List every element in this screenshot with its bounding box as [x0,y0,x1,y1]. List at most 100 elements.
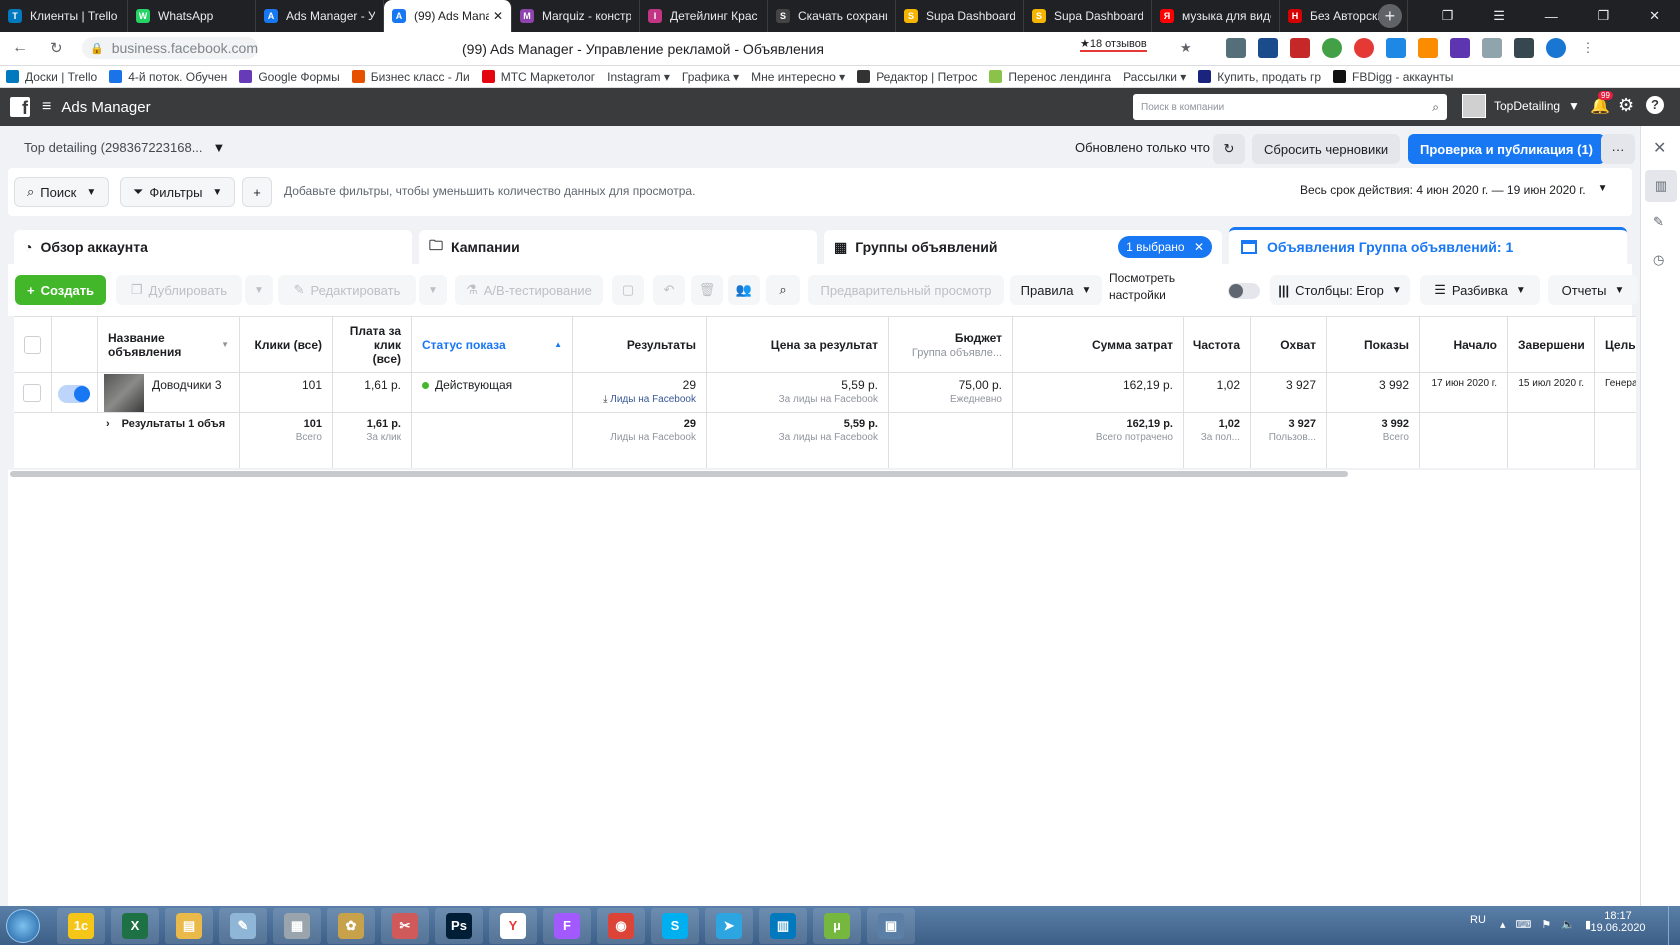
hamburger-icon[interactable]: ≡ [42,98,51,116]
taskbar-app-yandex[interactable]: Y [489,907,537,944]
reload-icon[interactable]: ↻ [50,39,63,57]
tab-ad-sets[interactable]: ▦ Группы объявлений 1 выбрано ✕ [824,230,1222,264]
taskbar-app-figma[interactable]: F [543,907,591,944]
reports-button[interactable]: Отчеты ▼ [1548,275,1638,305]
arrow-up-icon[interactable]: ▴ [1500,918,1506,931]
reviews-badge[interactable]: ★18 отзывов [1080,37,1147,52]
view-settings-toggle[interactable] [1228,283,1260,299]
extension-icon[interactable] [1514,38,1534,58]
bookmark-star-icon[interactable]: ★ [1180,40,1192,56]
taskbar-app-photoshop[interactable]: Ps [435,907,483,944]
results-sub[interactable]: ⤓ Лиды на Facebook [583,394,696,405]
clock[interactable]: 18:17 19.06.2020 [1590,910,1646,934]
language-indicator[interactable]: RU [1470,914,1486,926]
extension-icon[interactable] [1450,38,1470,58]
taskbar-app-trello[interactable]: ▥ [759,907,807,944]
col-header-results[interactable]: Результаты [573,317,707,373]
taskbar-app-chrome[interactable]: ◉ [597,907,645,944]
account-selector[interactable]: Top detailing (298367223168... ▼ [24,140,225,155]
tab-search-icon[interactable]: ☰ [1493,8,1505,24]
bookmark-item[interactable]: МТС Маркетолог [476,70,601,84]
back-icon[interactable]: ← [12,39,28,57]
extension-icon[interactable] [1482,38,1502,58]
profile-avatar[interactable] [1546,38,1566,58]
bookmark-item[interactable]: Редактор | Петрос [851,70,983,84]
taskbar-app-notepad[interactable]: ✎ [219,907,267,944]
date-range-picker[interactable]: Весь срок действия: 4 июн 2020 г. — 19 и… [1300,183,1607,197]
col-header-objective[interactable]: Цель [1595,317,1636,373]
browser-tab[interactable]: S Supa Dashboard [896,0,1024,32]
flag-icon[interactable]: ⚑ [1541,918,1551,931]
preview-button[interactable]: Предварительный просмотр [808,275,1004,305]
reset-drafts-button[interactable]: Сбросить черновики [1252,134,1401,164]
ad-name[interactable]: Доводчики 3 [152,378,222,407]
notifications-button[interactable]: 🔔 99 [1590,91,1613,116]
browser-tab[interactable]: W WhatsApp [128,0,256,32]
tab-ads[interactable]: Объявления Группа объявлений: 1 [1229,227,1627,264]
taskbar-app-excel[interactable]: X [111,907,159,944]
col-header-cost-per-result[interactable]: Цена за результат [707,317,889,373]
taskbar-app-screen[interactable]: ▣ [867,907,915,944]
ab-test-button[interactable]: ⚗ A/B-тестирование [455,275,603,305]
horizontal-scrollbar[interactable] [10,471,1348,477]
bookmark-item[interactable]: Мне интересно ▾ [745,70,851,84]
taskbar-app-explorer[interactable]: ▤ [165,907,213,944]
restore-icon[interactable]: ❐ [1442,8,1454,24]
bookmark-item[interactable]: Графика ▾ [676,70,745,84]
col-header-status[interactable]: Статус показа ▲ [412,317,573,373]
select-all-checkbox[interactable] [24,335,41,354]
bookmark-item[interactable]: Купить, продать гр [1192,70,1327,84]
rules-button[interactable]: Правила ▼ [1010,275,1102,305]
ad-status-toggle[interactable] [58,385,90,403]
browser-tab[interactable]: S Supa Dashboard [1024,0,1152,32]
col-header-name[interactable]: Название объявления ▼ [98,317,240,373]
col-header-spent[interactable]: Сумма затрат [1013,317,1184,373]
browser-tab[interactable]: S Скачать сохрани [768,0,896,32]
bookmark-item[interactable]: Instagram ▾ [601,70,676,84]
browser-tab[interactable]: Ямузыка для виде [1152,0,1280,32]
col-header-impressions[interactable]: Показы [1327,317,1420,373]
taskbar-app-1c[interactable]: 1с [57,907,105,944]
selected-chip[interactable]: 1 выбрано ✕ [1118,236,1212,258]
publish-button[interactable]: Проверка и публикация (1) [1408,134,1606,164]
extension-icon[interactable] [1386,38,1406,58]
extension-icon[interactable] [1322,38,1342,58]
taskbar-app-paint[interactable]: ✿ [327,907,375,944]
edit-button[interactable]: ✎ Редактировать [278,275,416,305]
facebook-logo-icon[interactable]: f [10,97,30,117]
show-desktop-button[interactable] [1668,906,1680,945]
col-header-frequency[interactable]: Частота [1184,317,1251,373]
search-button[interactable]: ⌕ Поиск ▼ [14,177,110,207]
bookmark-item[interactable]: Бизнес класс - Ли [346,70,476,84]
duplicate-button[interactable]: ❐ Дублировать [116,275,242,305]
bookmark-item[interactable]: Доски | Trello [0,70,103,84]
bookmark-item[interactable]: 4-й поток. Обучен [103,70,233,84]
history-panel-icon[interactable]: ◷ [1653,252,1664,268]
filters-button[interactable]: ⏷ Фильтры ▼ [120,177,236,207]
edit-dropdown[interactable]: ▼ [419,275,447,305]
chart-panel-icon[interactable]: ▥ [1645,170,1677,202]
breakdown-button[interactable]: ☰ Разбивка ▼ [1420,275,1540,305]
add-filter-button[interactable]: + [242,177,272,207]
taskbar-app-scissors[interactable]: ✂ [381,907,429,944]
col-header-start[interactable]: Начало [1420,317,1508,373]
new-tab-icon[interactable]: + [1377,4,1402,28]
edit-panel-icon[interactable]: ✎ [1653,214,1664,230]
more-options-button[interactable]: ··· [1601,134,1635,164]
extension-icon[interactable] [1290,38,1310,58]
browser-tab[interactable]: M Marquiz - констр [512,0,640,32]
browser-tab[interactable]: A (99) Ads Mana ✕ [384,0,512,32]
close-icon[interactable]: ✕ [1194,240,1204,254]
tab-account-overview[interactable]: ◔ Обзор аккаунта [14,230,412,264]
refresh-button[interactable]: ↻ [1213,134,1245,164]
volume-icon[interactable]: 🔈 [1561,918,1575,931]
rules-chart-button[interactable]: ⌕ [766,275,800,305]
minimize-icon[interactable]: — [1545,9,1558,24]
create-button[interactable]: + Создать [15,275,107,305]
row-checkbox[interactable] [23,384,41,402]
browser-tab[interactable]: I Детейлинг Крас [640,0,768,32]
audience-button[interactable]: 👥 [728,275,760,305]
taskbar-app-calculator[interactable]: ▦ [273,907,321,944]
keyboard-icon[interactable]: ⌨ [1516,918,1532,931]
bookmark-item[interactable]: Google Формы [233,70,345,84]
